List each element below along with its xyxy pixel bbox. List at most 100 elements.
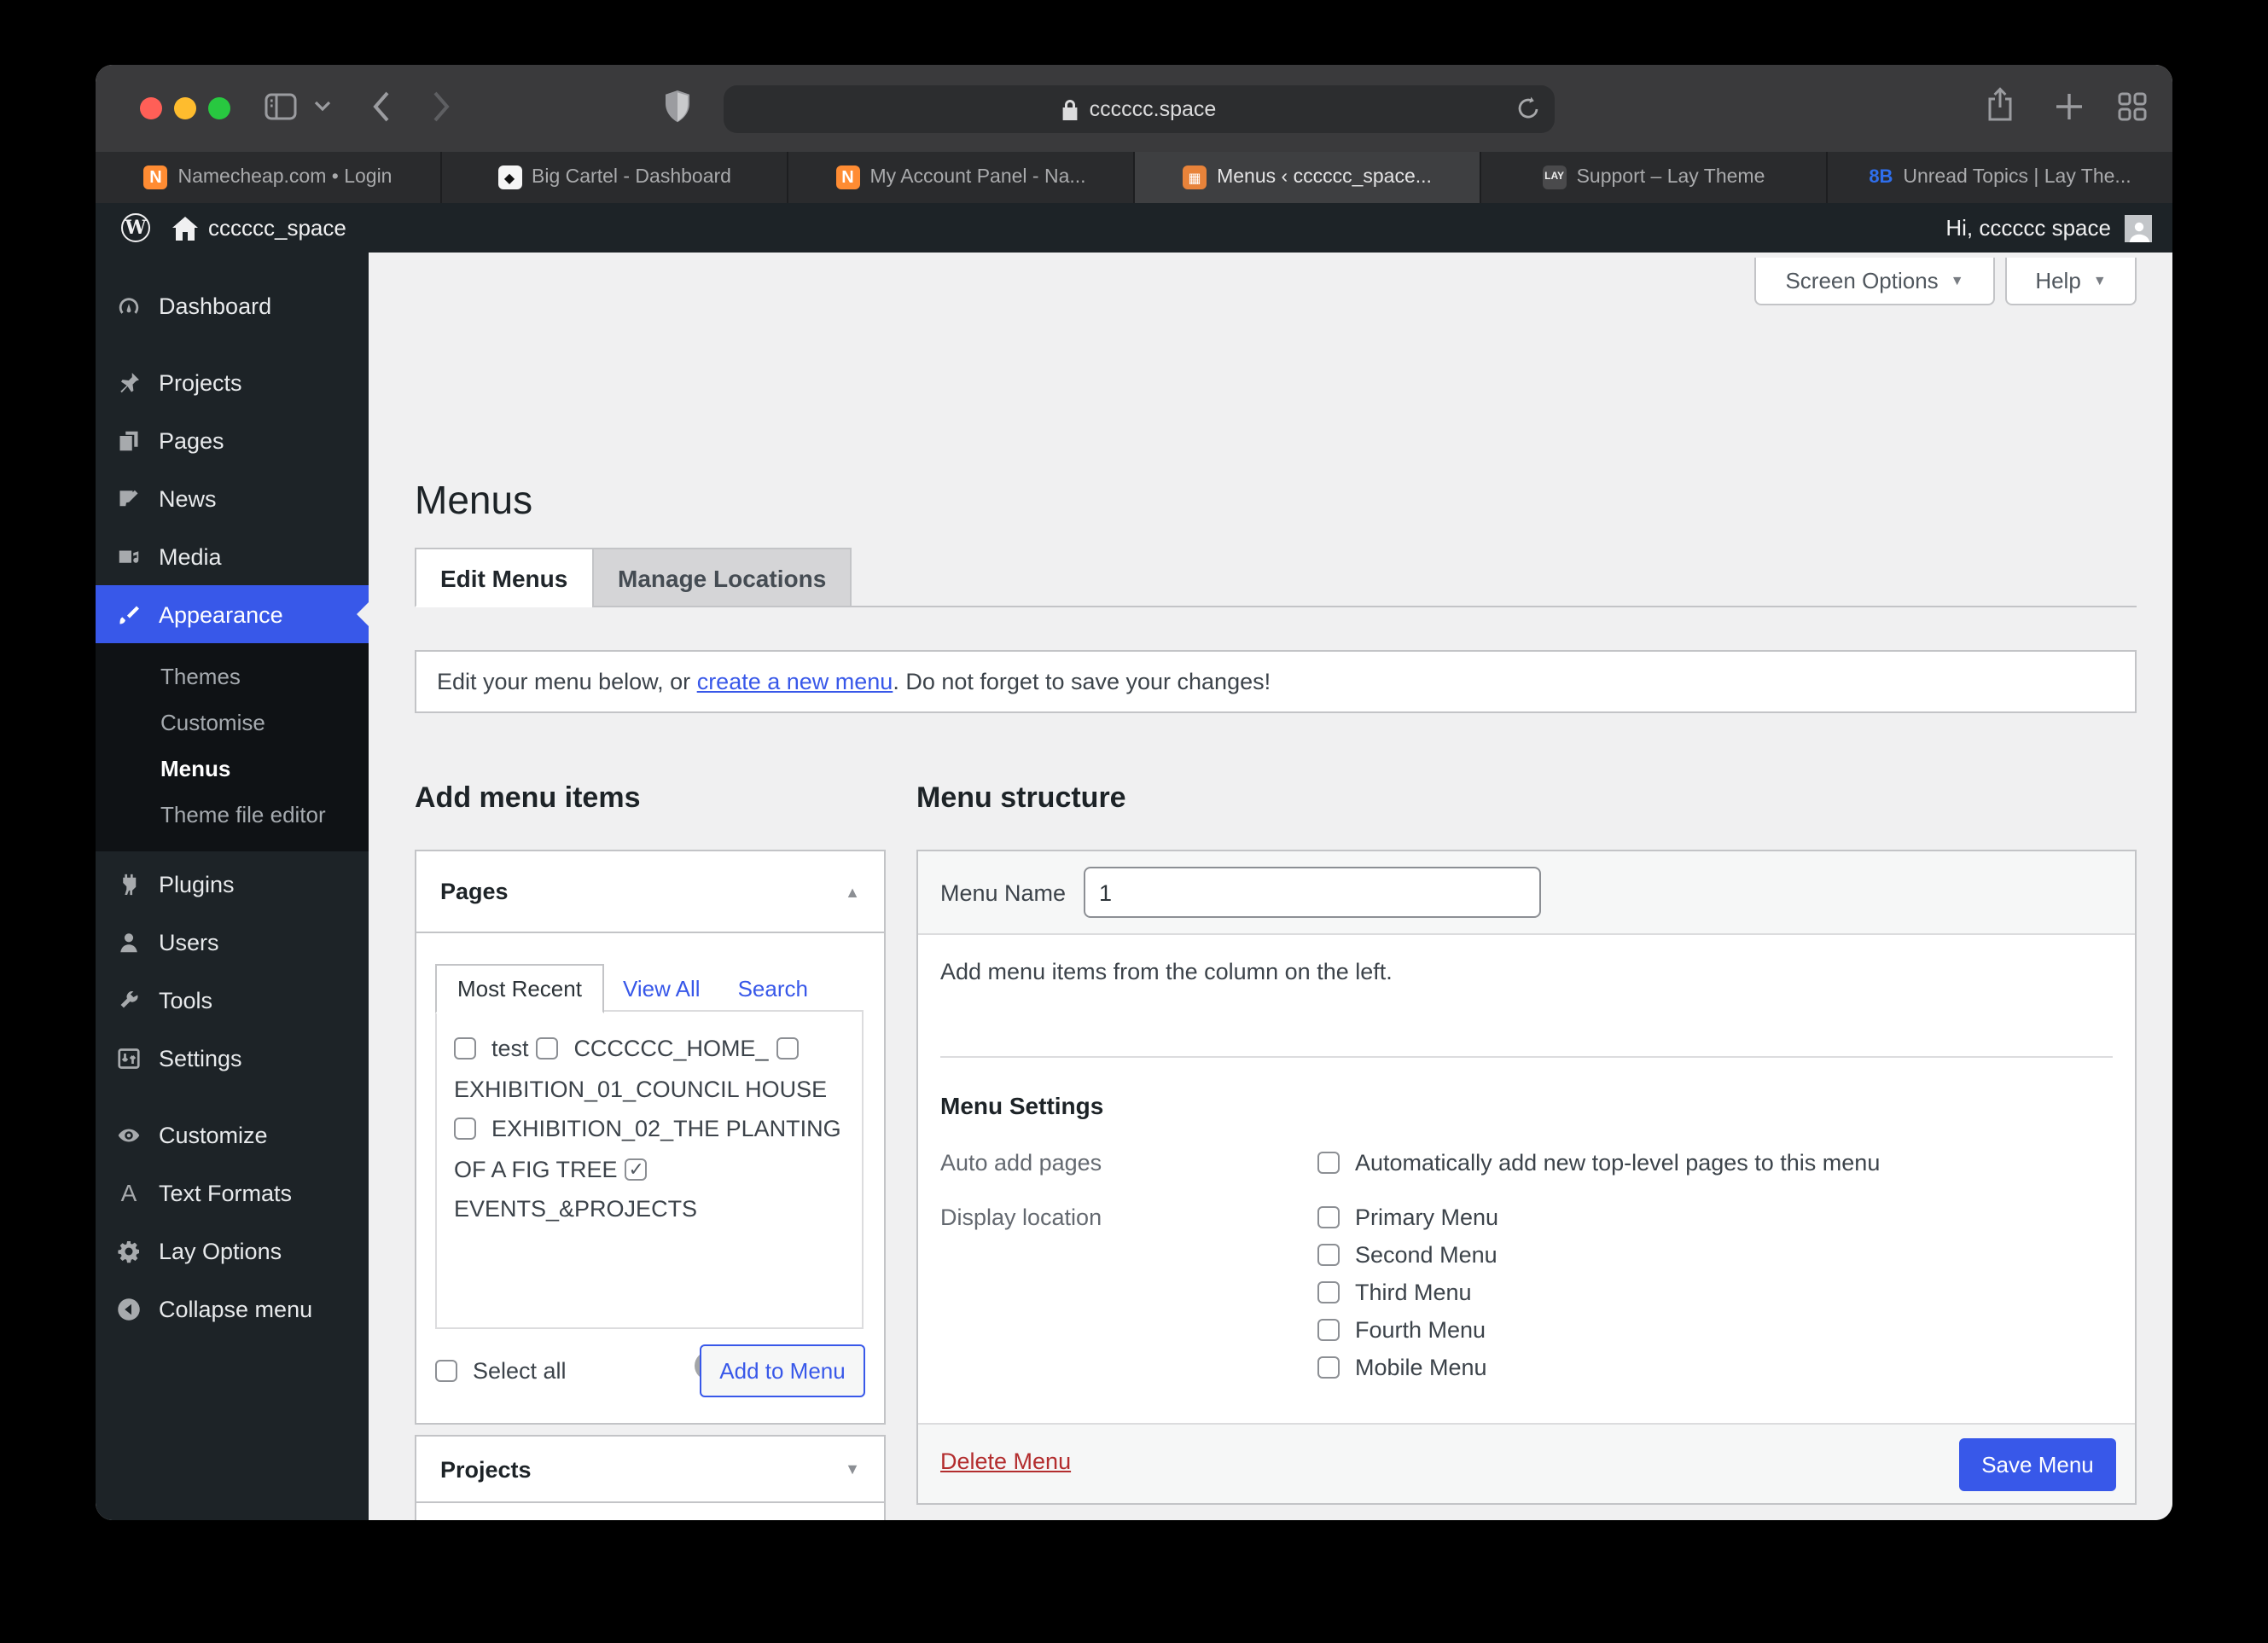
tab-menus-active[interactable]: ▦ Menus ‹ cccccc_space... — [1135, 152, 1481, 203]
workspace: Dashboard Projects Pages News Media Appe… — [96, 253, 2172, 1520]
display-location-label: Display location — [940, 1205, 1102, 1230]
back-icon[interactable] — [372, 90, 391, 123]
location-second-checkbox[interactable]: Second Menu — [1317, 1242, 1497, 1268]
tools-icon — [116, 987, 142, 1013]
submenu-item-customise[interactable]: Customise — [96, 700, 369, 746]
menu-name-row: Menu Name — [918, 851, 2135, 935]
menu-name-input[interactable] — [1084, 867, 1541, 918]
browser-toolbar: cccccc.space — [96, 65, 2172, 152]
page-checkbox-item[interactable]: CCCCCC_HOME_ — [536, 1036, 768, 1061]
sidebar-item-plugins[interactable]: Plugins — [96, 855, 369, 913]
menu-structure-heading: Menu structure — [916, 781, 1126, 814]
location-third-checkbox[interactable]: Third Menu — [1317, 1280, 1472, 1305]
chevron-down-icon[interactable] — [314, 101, 331, 113]
checkbox[interactable] — [776, 1037, 799, 1060]
submenu-item-theme-file-editor[interactable]: Theme file editor — [96, 792, 369, 838]
tab-search[interactable]: Search — [719, 964, 827, 1012]
help-button[interactable]: Help ▼ — [2005, 258, 2137, 305]
location-primary-checkbox[interactable]: Primary Menu — [1317, 1205, 1498, 1230]
address-bar[interactable]: cccccc.space — [724, 85, 1555, 133]
sidebar-item-lay-options[interactable]: Lay Options — [96, 1222, 369, 1280]
admin-bar-site-name[interactable]: cccccc_space — [208, 215, 346, 241]
tab-lay-theme-support[interactable]: LAY Support – Lay Theme — [1481, 152, 1828, 203]
sidebar-item-dashboard[interactable]: Dashboard — [96, 276, 369, 334]
add-to-menu-button[interactable]: Add to Menu — [700, 1344, 865, 1397]
admin-bar-greeting[interactable]: Hi, cccccc space — [1945, 215, 2111, 241]
news-icon — [116, 485, 142, 511]
accordion-custom-links[interactable]: Custom Links▼ — [416, 1503, 884, 1520]
sidebar-item-users[interactable]: Users — [96, 913, 369, 971]
active-item-notch — [357, 602, 369, 626]
users-icon — [116, 929, 142, 955]
delete-menu-link[interactable]: Delete Menu — [940, 1449, 1071, 1474]
tab-unread-topics[interactable]: 8B Unread Topics | Lay The... — [1828, 152, 2172, 203]
sidebar-item-appearance[interactable]: Appearance — [96, 585, 369, 643]
checkbox[interactable] — [454, 1037, 476, 1060]
close-window-button[interactable] — [140, 97, 162, 119]
avatar[interactable] — [2125, 214, 2152, 241]
collapse-icon — [116, 1296, 142, 1321]
checkbox[interactable] — [454, 1118, 476, 1140]
screen-options-button[interactable]: Screen Options ▼ — [1754, 258, 1995, 305]
notice-text: Edit your menu below, or — [437, 669, 697, 694]
location-mobile-checkbox[interactable]: Mobile Menu — [1317, 1355, 1487, 1380]
collapse-triangle-icon[interactable]: ▲ — [845, 883, 860, 900]
tab-view-all[interactable]: View All — [604, 964, 719, 1012]
sidebar-item-text-formats[interactable]: A Text Formats — [96, 1164, 369, 1222]
tab-namecheap-login[interactable]: N Namecheap.com • Login — [96, 152, 442, 203]
submenu-item-themes[interactable]: Themes — [96, 653, 369, 700]
accordion-projects[interactable]: Projects ▼ — [416, 1437, 884, 1503]
location-fourth-checkbox[interactable]: Fourth Menu — [1317, 1317, 1486, 1343]
auto-add-pages-checkbox[interactable]: Automatically add new top-level pages to… — [1317, 1150, 1880, 1176]
sidebar-item-tools[interactable]: Tools — [96, 971, 369, 1029]
new-tab-icon[interactable] — [2055, 92, 2084, 121]
pages-panel-footer: Select all Add to Menu — [416, 1326, 884, 1423]
sidebar-toggle-icon[interactable] — [265, 92, 297, 121]
checkbox[interactable] — [625, 1151, 648, 1191]
tab-most-recent[interactable]: Most Recent — [435, 964, 604, 1013]
checkbox[interactable] — [536, 1037, 559, 1060]
expand-triangle-icon: ▼ — [845, 1460, 860, 1478]
dropdown-arrow-icon: ▼ — [1950, 273, 1964, 288]
customize-icon — [116, 1122, 142, 1147]
auto-add-pages-label: Auto add pages — [940, 1150, 1102, 1176]
share-icon[interactable] — [1986, 87, 2014, 123]
home-icon[interactable] — [172, 216, 198, 240]
tab-big-cartel[interactable]: ◆ Big Cartel - Dashboard — [442, 152, 788, 203]
sidebar-item-projects[interactable]: Projects — [96, 353, 369, 411]
namecheap-icon: N — [835, 165, 860, 189]
select-all-checkbox[interactable]: Select all — [435, 1358, 567, 1384]
browser-window: cccccc.space N Namecheap.com • Login ◆ B… — [96, 65, 2172, 1520]
menu-structure-panel: Menu Name Add menu items from the column… — [916, 850, 2137, 1505]
media-icon — [116, 543, 142, 569]
sidebar-item-media[interactable]: Media — [96, 527, 369, 585]
minimize-window-button[interactable] — [174, 97, 196, 119]
page-checkbox-item[interactable]: test — [454, 1036, 529, 1061]
plugins-icon — [116, 871, 142, 897]
wordpress-logo[interactable]: W — [121, 213, 150, 242]
reload-icon[interactable] — [1517, 96, 1539, 121]
tab-overview-icon[interactable] — [2118, 92, 2147, 121]
sidebar-item-customize[interactable]: Customize — [96, 1106, 369, 1164]
pages-panel-header[interactable]: Pages ▲ — [416, 851, 884, 933]
dropdown-arrow-icon: ▼ — [2092, 273, 2107, 288]
namecheap-icon: N — [143, 165, 168, 189]
pages-icon — [116, 427, 142, 453]
sidebar-item-news[interactable]: News — [96, 469, 369, 527]
wp-admin-bar: W cccccc_space Hi, cccccc space — [96, 203, 2172, 253]
forward-icon[interactable] — [432, 90, 451, 123]
tab-manage-locations[interactable]: Manage Locations — [592, 548, 852, 607]
submenu-item-menus[interactable]: Menus — [96, 746, 369, 792]
tab-edit-menus[interactable]: Edit Menus — [415, 548, 594, 607]
create-new-menu-link[interactable]: create a new menu — [697, 669, 893, 694]
privacy-shield-icon[interactable] — [664, 89, 691, 125]
save-menu-button[interactable]: Save Menu — [1959, 1438, 2116, 1491]
tab-account-panel[interactable]: N My Account Panel - Na... — [788, 152, 1135, 203]
sidebar-item-collapse-menu[interactable]: Collapse menu — [96, 1280, 369, 1338]
empty-menu-hint: Add menu items from the column on the le… — [940, 959, 1393, 984]
lay-theme-icon: LAY — [1542, 165, 1567, 189]
sidebar-item-settings[interactable]: Settings — [96, 1029, 369, 1087]
sidebar-item-pages[interactable]: Pages — [96, 411, 369, 469]
page-checklist: test CCCCCC_HOME_ EXHIBITION_01_COUNCIL … — [435, 1010, 864, 1329]
zoom-window-button[interactable] — [208, 97, 230, 119]
